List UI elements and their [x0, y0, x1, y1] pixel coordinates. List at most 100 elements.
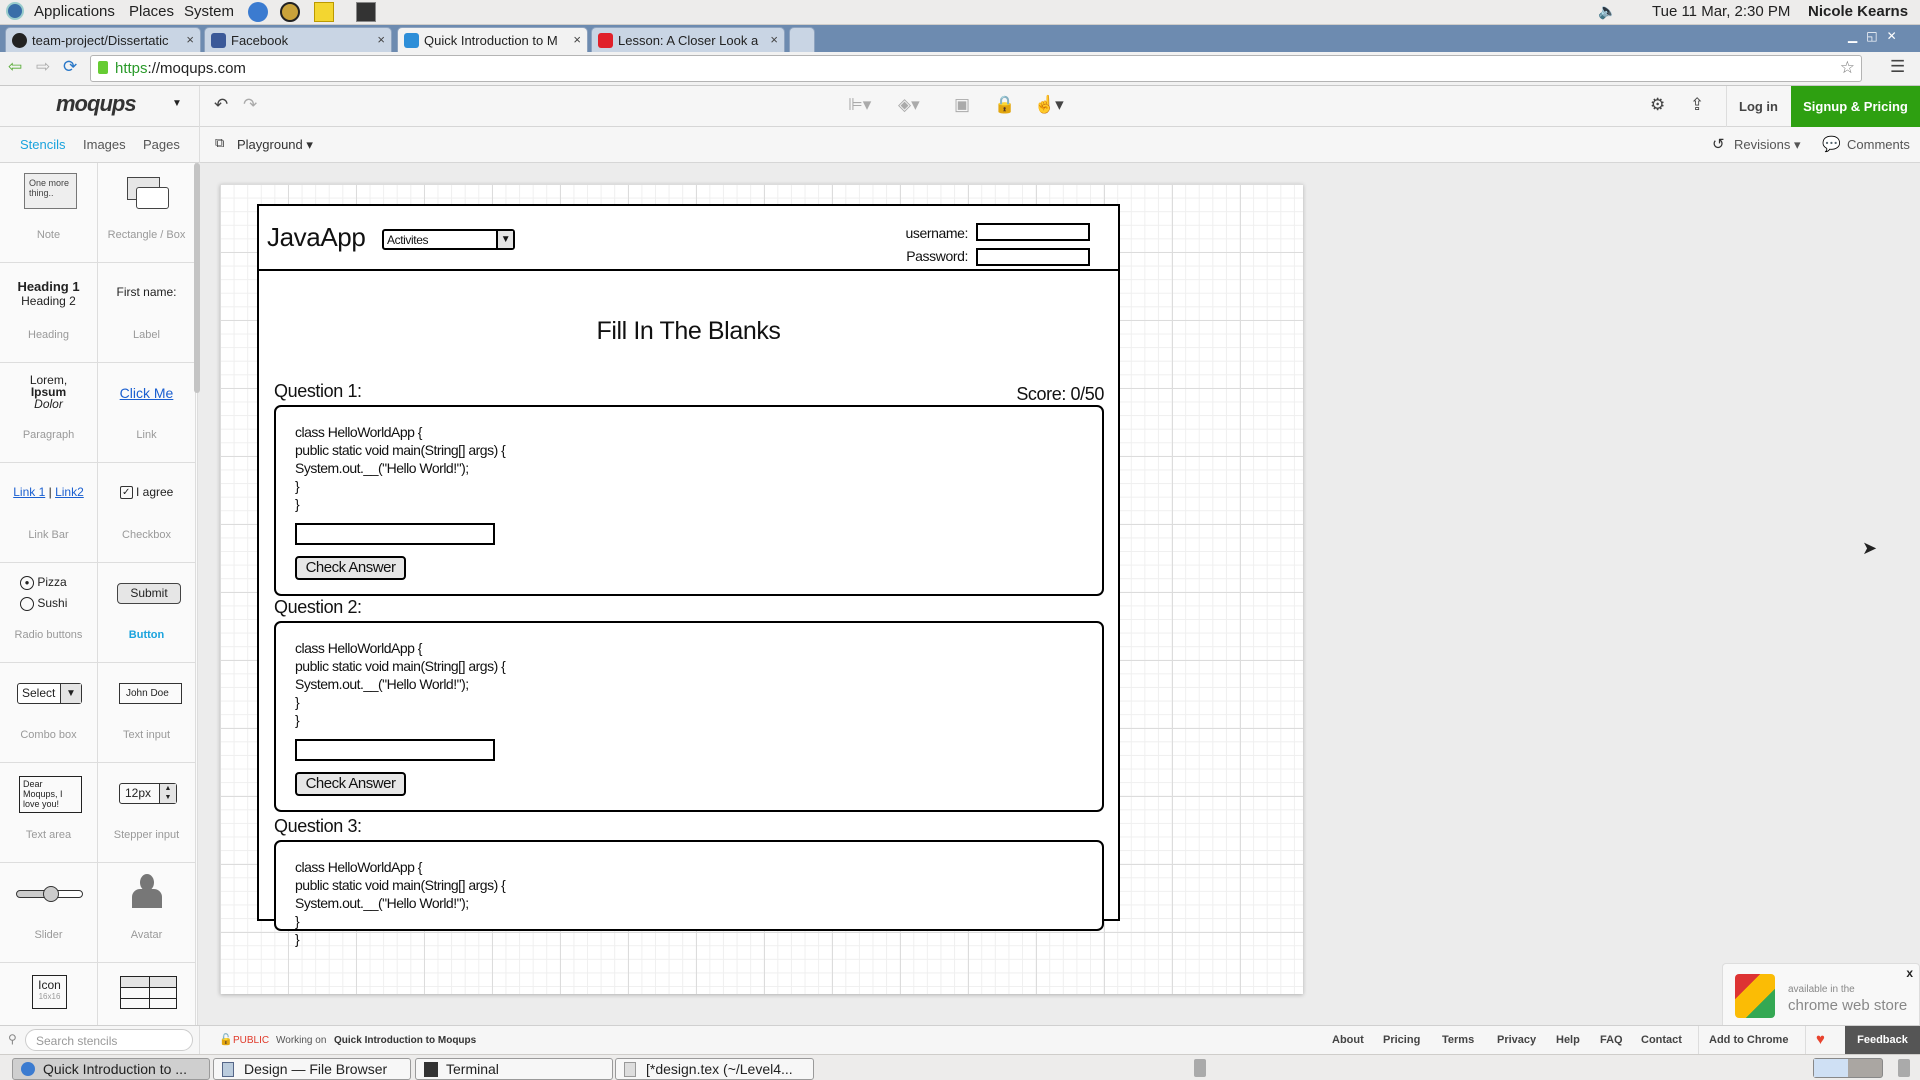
interaction-hand-icon[interactable]: ☝▾ — [1034, 95, 1064, 115]
stencil-table[interactable] — [98, 963, 196, 1025]
taskbar-chrome[interactable]: Quick Introduction to ... — [12, 1058, 210, 1080]
undo-icon[interactable]: ↶ — [214, 95, 228, 115]
app-launcher-icon[interactable] — [280, 2, 300, 22]
taskbar-file-browser[interactable]: Design — File Browser — [213, 1058, 411, 1080]
question-2-check-button[interactable]: Check Answer — [295, 772, 406, 796]
back-icon[interactable]: ⇦ — [8, 57, 22, 77]
browser-launcher-icon[interactable] — [248, 2, 268, 22]
stencil-avatar[interactable]: Avatar — [98, 863, 196, 963]
stencil-radio[interactable]: ● Pizza Sushi Radio buttons — [0, 563, 98, 663]
terminal-launcher-icon[interactable] — [356, 2, 376, 22]
reload-icon[interactable]: ⟳ — [63, 57, 77, 77]
stencil-textinput[interactable]: John Doe Text input — [98, 663, 196, 763]
footer-add-to-chrome[interactable]: Add to Chrome — [1709, 1034, 1788, 1046]
password-input[interactable] — [976, 248, 1090, 266]
lock-icon[interactable]: 🔒 — [994, 95, 1015, 115]
url-scheme: https — [115, 60, 148, 77]
tab-stencils[interactable]: Stencils — [20, 137, 66, 152]
user-name[interactable]: Nicole Kearns — [1808, 3, 1908, 20]
stencil-scrollbar[interactable] — [194, 163, 200, 393]
trash-icon[interactable] — [1898, 1059, 1910, 1077]
volume-icon[interactable]: 🔈 — [1598, 2, 1617, 20]
question-2-answer-input[interactable] — [295, 739, 495, 761]
stencil-combobox[interactable]: Select ▼ Combo box — [0, 663, 98, 763]
stencil-slider[interactable]: Slider — [0, 863, 98, 963]
tab-images[interactable]: Images — [83, 137, 126, 152]
text-editor-launcher-icon[interactable] — [314, 2, 334, 22]
combo-value: Activites — [387, 233, 429, 247]
chrome-menu-icon[interactable]: ☰ — [1890, 57, 1905, 77]
close-tab-icon[interactable]: × — [377, 32, 385, 47]
share-icon[interactable]: ⇪ — [1690, 95, 1704, 115]
layers-icon[interactable]: ◈▾ — [898, 95, 920, 115]
close-tab-icon[interactable]: × — [573, 32, 581, 47]
footer-contact[interactable]: Contact — [1641, 1034, 1682, 1046]
question-1-answer-input[interactable] — [295, 523, 495, 545]
menu-places[interactable]: Places — [129, 3, 174, 20]
redo-icon[interactable]: ↷ — [243, 95, 257, 115]
code-line: } — [295, 478, 300, 494]
question-1-check-button[interactable]: Check Answer — [295, 556, 406, 580]
close-tab-icon[interactable]: × — [186, 32, 194, 47]
stencil-checkbox[interactable]: ✓ I agree Checkbox — [98, 463, 196, 563]
username-label: username: — [905, 225, 968, 241]
menu-system[interactable]: System — [184, 3, 234, 20]
page-selector[interactable]: Playground ▾ — [237, 137, 313, 153]
icon-size: 16x16 — [38, 992, 61, 1001]
tab-pages[interactable]: Pages — [143, 137, 180, 152]
stencil-heading[interactable]: Heading 1 Heading 2 Heading — [0, 263, 98, 363]
footer-about[interactable]: About — [1332, 1034, 1364, 1046]
stencil-icon[interactable]: Icon 16x16 — [0, 963, 98, 1025]
trash-icon[interactable] — [1194, 1059, 1206, 1077]
workspace-active[interactable] — [1814, 1059, 1848, 1077]
feedback-button[interactable]: Feedback — [1845, 1026, 1920, 1055]
menu-applications[interactable]: Applications — [34, 3, 115, 20]
distro-logo-icon[interactable] — [6, 2, 24, 20]
group-icon[interactable]: ▣ — [954, 95, 970, 115]
login-link[interactable]: Log in — [1739, 99, 1778, 114]
forward-icon[interactable]: ⇨ — [36, 57, 50, 77]
clock[interactable]: Tue 11 Mar, 2:30 PM — [1652, 3, 1790, 20]
signup-button[interactable]: Signup & Pricing — [1791, 86, 1920, 127]
new-tab-button[interactable] — [789, 27, 815, 52]
window-controls[interactable]: ▁◱✕ — [1848, 29, 1906, 43]
taskbar-editor[interactable]: [*design.tex (~/Level4... — [615, 1058, 814, 1080]
stencil-paragraph[interactable]: Lorem, Ipsum Dolor Paragraph — [0, 363, 98, 463]
settings-gear-icon[interactable]: ⚙ — [1650, 95, 1665, 115]
footer-help[interactable]: Help — [1556, 1034, 1580, 1046]
close-tab-icon[interactable]: × — [770, 32, 778, 47]
stencil-rectangle[interactable]: Rectangle / Box — [98, 163, 196, 263]
tab-moqups[interactable]: Quick Introduction to M × — [397, 27, 588, 52]
stencil-textarea[interactable]: Dear Moqups, I love you! Text area — [0, 763, 98, 863]
bookmark-star-icon[interactable]: ☆ — [1840, 58, 1855, 78]
tab-oracle-lesson[interactable]: Lesson: A Closer Look a × — [591, 27, 785, 52]
stencil-stepper[interactable]: 12px ▲ ▼ Stepper input — [98, 763, 196, 863]
tab-facebook[interactable]: Facebook × — [204, 27, 392, 52]
username-input[interactable] — [976, 223, 1090, 241]
footer-privacy[interactable]: Privacy — [1497, 1034, 1536, 1046]
chrome-store-line2: chrome web store — [1788, 997, 1908, 1014]
comments-button[interactable]: Comments — [1847, 137, 1910, 152]
stencil-note[interactable]: One more thing.. Note — [0, 163, 98, 263]
chrome-store-badge[interactable]: available in the chrome web store x — [1722, 963, 1920, 1025]
footer-pricing[interactable]: Pricing — [1383, 1034, 1420, 1046]
url-bar[interactable]: https://moqups.com ☆ — [90, 55, 1862, 82]
stencil-button[interactable]: Submit Button — [98, 563, 196, 663]
stencil-linkbar[interactable]: Link 1 | Link2 Link Bar — [0, 463, 98, 563]
visibility-badge[interactable]: PUBLIC — [233, 1035, 269, 1046]
workspace-switcher[interactable] — [1813, 1058, 1883, 1078]
search-stencils-input[interactable]: Search stencils — [25, 1029, 193, 1051]
stencil-link[interactable]: Click Me Link — [98, 363, 196, 463]
close-badge-icon[interactable]: x — [1906, 966, 1913, 980]
activities-combo[interactable]: Activites ▼ — [382, 229, 515, 250]
tab-github[interactable]: team-project/Dissertatic × — [5, 27, 201, 52]
align-icon[interactable]: ⊫▾ — [848, 95, 871, 115]
logo-menu-chevron-icon[interactable]: ▼ — [172, 98, 182, 109]
moqups-logo[interactable]: moqups — [56, 91, 137, 117]
footer-terms[interactable]: Terms — [1442, 1034, 1474, 1046]
footer-faq[interactable]: FAQ — [1600, 1034, 1623, 1046]
stencil-label-item[interactable]: First name: Label — [98, 263, 196, 363]
revisions-menu[interactable]: Revisions ▾ — [1734, 137, 1801, 153]
heart-icon[interactable]: ♥ — [1816, 1031, 1825, 1048]
taskbar-terminal[interactable]: Terminal — [415, 1058, 613, 1080]
